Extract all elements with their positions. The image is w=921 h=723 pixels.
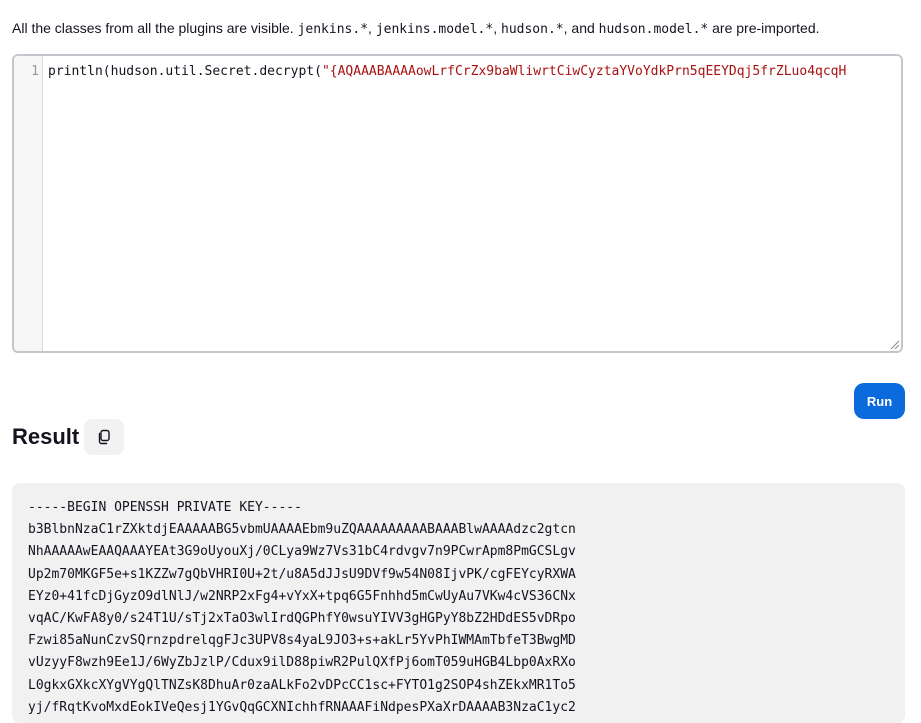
script-editor[interactable]: 1 println(hudson.util.Secret.decrypt("{A… <box>12 54 903 353</box>
result-line: -----BEGIN OPENSSH PRIVATE KEY----- <box>28 500 302 515</box>
copy-button[interactable] <box>84 419 124 455</box>
help-separator: , and <box>563 20 599 36</box>
result-line: NhAAAAAwEAAQAAAYEAt3G9oUyouXj/0CLya9Wz7V… <box>28 544 576 560</box>
help-code-jenkins: jenkins.* <box>297 22 369 37</box>
result-line: vqAC/KwFA8y0/s24T1U/sTj2xTaO3wlIrdQGPhfY… <box>28 611 576 627</box>
copy-icon <box>98 429 110 445</box>
result-lines: -----BEGIN OPENSSH PRIVATE KEY----- b3Bl… <box>28 497 889 719</box>
help-separator: , <box>368 20 376 36</box>
result-line: vUzyyF8wzh9Ee1J/6WyZbJzlP/Cdux9ilD88piwR… <box>28 655 576 671</box>
help-text: All the classes from all the plugins are… <box>12 18 912 40</box>
result-line: Fzwi85aNunCzvSQrnzpdrelqgFJc3UPV8s4yaL9J… <box>28 633 576 649</box>
run-button[interactable]: Run <box>854 383 905 419</box>
result-line: b3BlbnNzaC1rZXktdjEAAAAABG5vbmUAAAAEbm9u… <box>28 522 576 538</box>
result-output: -----BEGIN OPENSSH PRIVATE KEY----- b3Bl… <box>12 483 905 723</box>
line-number-gutter: 1 <box>14 56 43 351</box>
help-code-hudson: hudson.* <box>501 22 564 37</box>
help-text-prefix: All the classes from all the plugins are… <box>12 20 298 36</box>
code-text: println(hudson.util.Secret.decrypt( <box>48 64 322 79</box>
help-separator: , <box>493 20 501 36</box>
result-line: EYz0+41fcDjGyzO9dlNlJ/w2NRP2xFg4+vYxX+tp… <box>28 588 576 604</box>
result-line: L0gkxGXkcXYgVYgQlTNZsK8DhuAr0zaALkFo2vDP… <box>28 677 576 693</box>
help-code-hudson-model: hudson.model.* <box>598 22 709 37</box>
help-code-jenkins-model: jenkins.model.* <box>375 22 494 37</box>
result-line: yj/fRqtKvoMxdEokIVeQesj1YGvQqGCXNIchhfRN… <box>28 699 576 715</box>
code-string-literal: "{AQAAABAAAAowLrfCrZx9baWliwrtCiwCyztaYV… <box>321 64 847 79</box>
help-text-suffix: are pre-imported. <box>708 20 820 36</box>
resize-handle-icon[interactable] <box>889 339 899 349</box>
line-number: 1 <box>31 64 39 79</box>
result-heading: Result <box>12 424 80 449</box>
result-line: Up2m70MKGF5e+s1KZZw7gQbVHRI0U+2t/u8A5dJJ… <box>28 566 576 582</box>
script-code-line[interactable]: println(hudson.util.Secret.decrypt("{AQA… <box>48 64 901 79</box>
